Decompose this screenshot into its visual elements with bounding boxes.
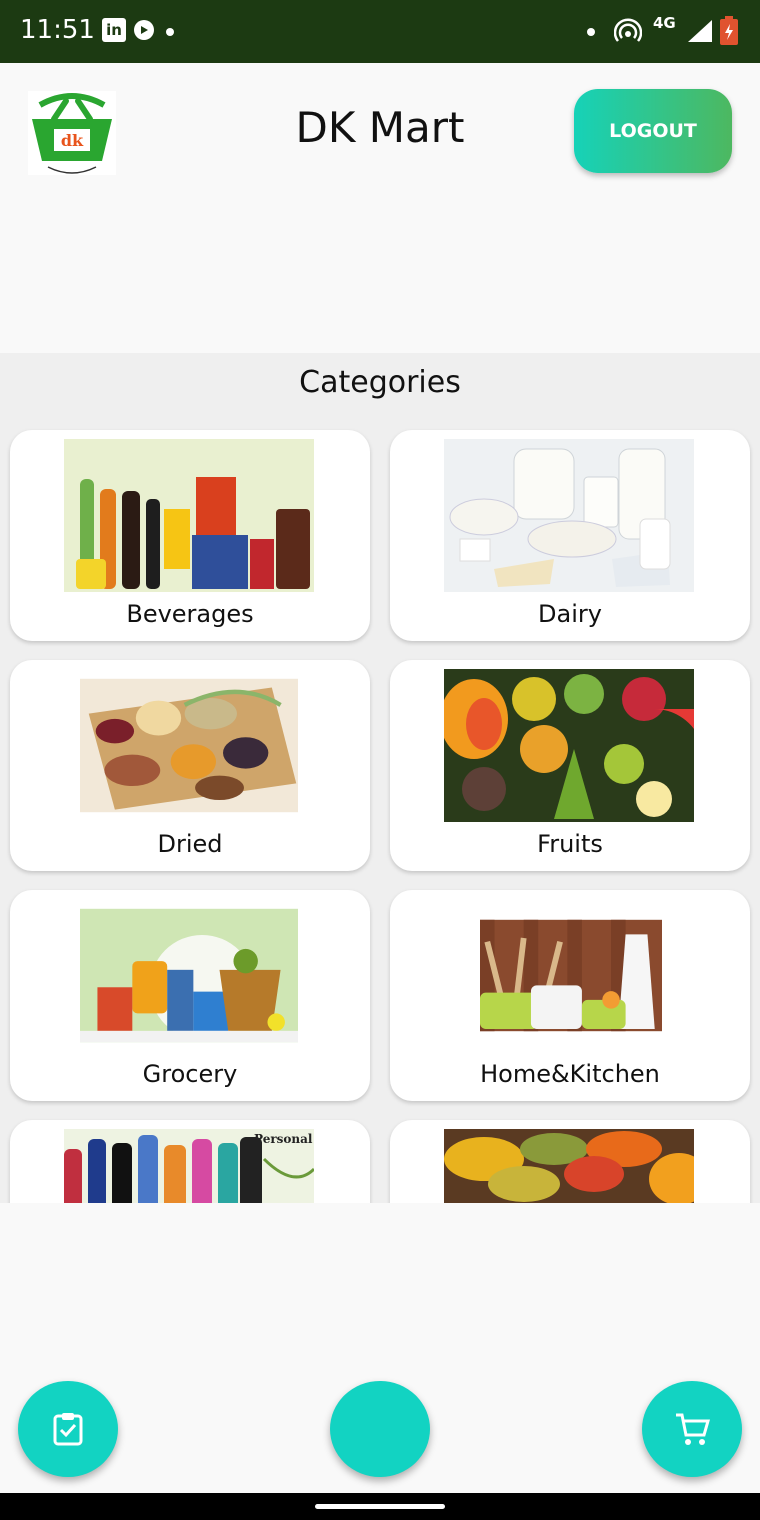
category-card-dairy[interactable]: Dairy [390, 430, 750, 641]
system-nav-bar [0, 1493, 760, 1520]
logout-button[interactable]: LOGOUT [574, 89, 732, 173]
category-label: Dried [157, 830, 223, 858]
category-card-fruits[interactable]: Fruits [390, 660, 750, 871]
fruits-image [444, 669, 694, 822]
shopping-cart-icon [676, 1413, 710, 1445]
category-card-grocery[interactable]: Grocery [10, 890, 370, 1101]
battery-icon [720, 16, 738, 45]
home-kitchen-image [480, 919, 662, 1032]
category-label: Dairy [538, 600, 602, 628]
categories-heading: Categories [299, 365, 461, 400]
network-type-label: 4G [653, 14, 676, 32]
dried-fruits-image [80, 678, 298, 813]
spices-image [444, 1129, 694, 1203]
cart-fab[interactable] [642, 1381, 742, 1477]
linkedin-icon: in [102, 18, 126, 42]
status-bar: 11:51 in 4G [0, 0, 760, 63]
personal-care-caption: Personal Care [254, 1132, 314, 1146]
hotspot-icon [614, 18, 642, 42]
home-gesture-pill[interactable] [315, 1504, 445, 1509]
category-label: Grocery [142, 1060, 238, 1088]
category-label: Beverages [126, 600, 254, 628]
category-label: Fruits [537, 830, 603, 858]
status-dot-icon [587, 28, 595, 36]
bottom-area [0, 1203, 760, 1493]
orders-fab[interactable] [18, 1381, 118, 1477]
center-fab[interactable] [330, 1381, 430, 1477]
categories-section: Categories Beverages Dairy Dried Fruits … [0, 353, 760, 1203]
clipboard-check-icon [53, 1413, 83, 1446]
category-card-personal-care[interactable]: Personal Care [10, 1120, 370, 1203]
dairy-image [444, 439, 694, 592]
grocery-image [80, 908, 298, 1043]
app-notification-icon [134, 20, 154, 40]
signal-icon [688, 20, 712, 42]
beverages-image [64, 439, 314, 592]
notification-dot-icon [166, 28, 174, 36]
category-card-dried[interactable]: Dried [10, 660, 370, 871]
personal-care-image: Personal Care [64, 1129, 314, 1203]
category-card-beverages[interactable]: Beverages [10, 430, 370, 641]
category-card-home-kitchen[interactable]: Home&Kitchen [390, 890, 750, 1101]
category-label: Home&Kitchen [480, 1060, 660, 1088]
category-card-spices[interactable] [390, 1120, 750, 1203]
status-time: 11:51 [20, 15, 95, 45]
app-header: dk DK Mart LOGOUT [0, 63, 760, 353]
